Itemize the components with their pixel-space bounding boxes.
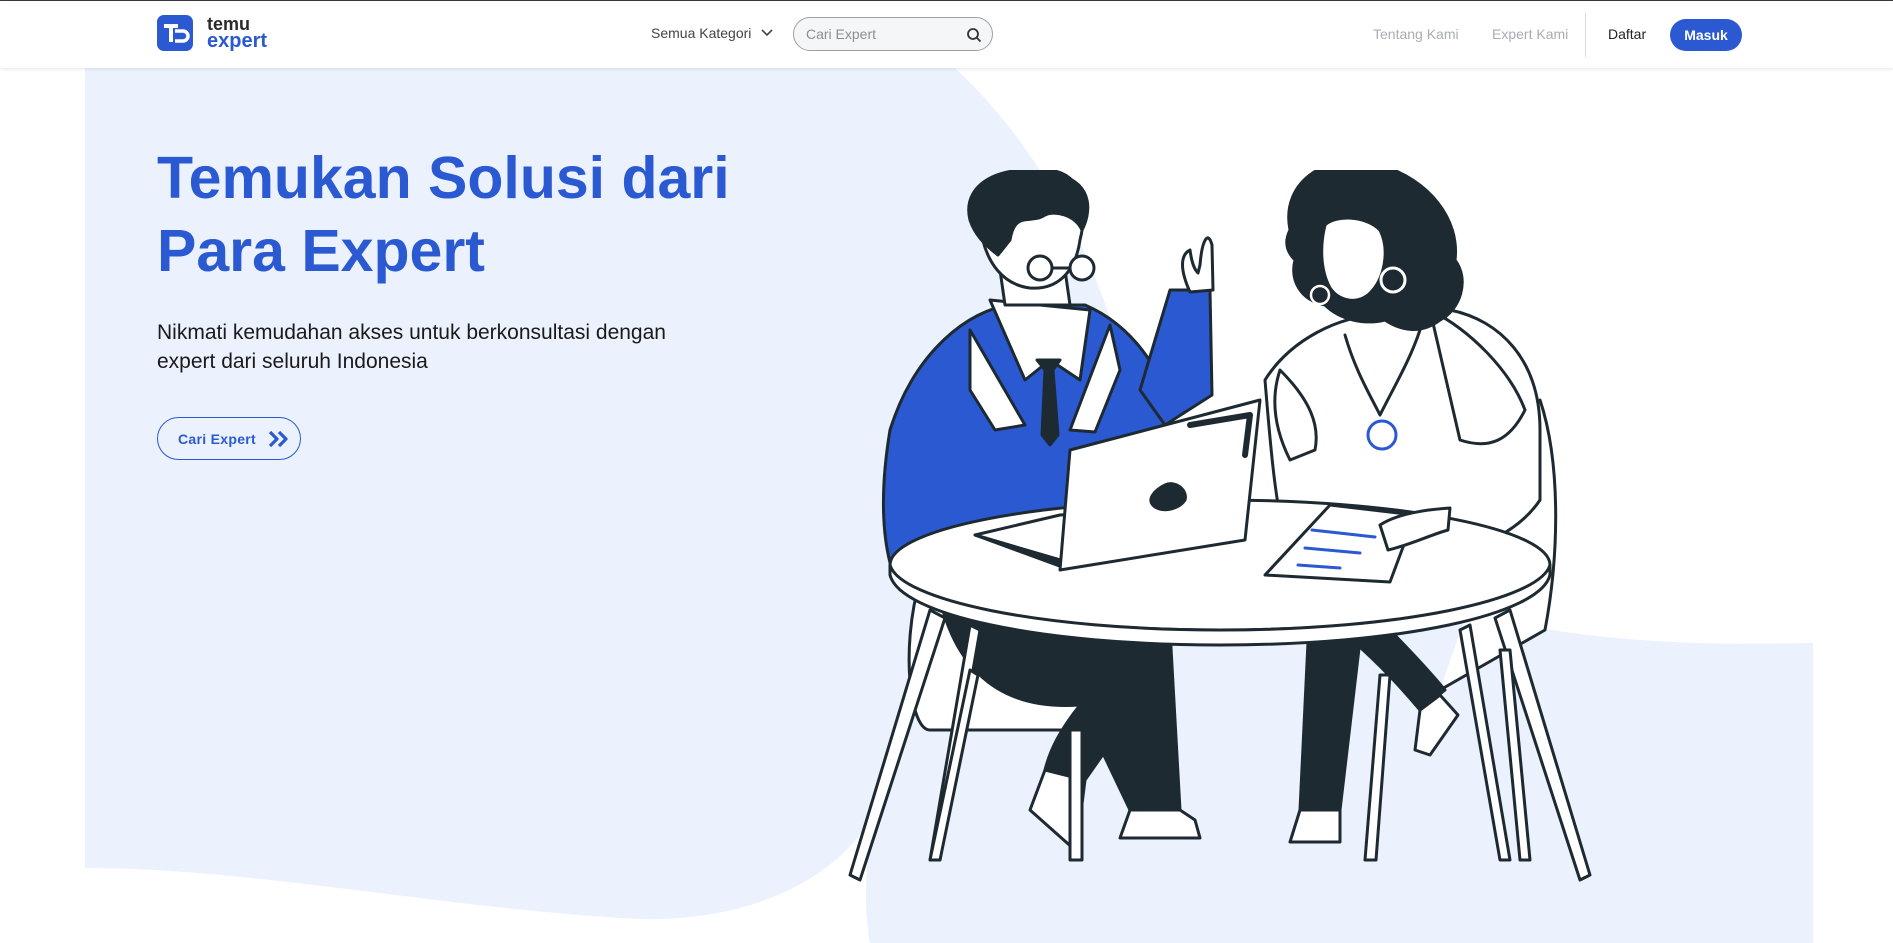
nav-link-tentang-kami[interactable]: Tentang Kami (1373, 26, 1459, 42)
cari-expert-button[interactable]: Cari Expert (157, 417, 301, 460)
hero-title: Temukan Solusi dari Para Expert (157, 142, 777, 288)
double-chevron-right-icon (268, 430, 288, 447)
search-icon[interactable] (966, 27, 982, 43)
nav-divider (1585, 13, 1586, 57)
chevron-down-icon (761, 29, 773, 37)
hero-subtitle-line1: Nikmati kemudahan akses untuk berkonsult… (157, 321, 666, 344)
hero-illustration-consultation (848, 170, 1592, 882)
navbar: temu expert Semua Kategori Tentang Kami … (0, 1, 1893, 68)
category-dropdown[interactable]: Semua Kategori (651, 25, 773, 41)
hero-title-line1: Temukan Solusi dari (157, 145, 730, 211)
search-box (793, 17, 993, 51)
hero-title-line2: Para Expert (157, 218, 485, 284)
category-dropdown-label: Semua Kategori (651, 25, 752, 41)
hero-subtitle: Nikmati kemudahan akses untuk berkonsult… (157, 318, 717, 376)
temu-expert-logo[interactable]: temu expert (157, 15, 267, 51)
login-button[interactable]: Masuk (1670, 19, 1742, 51)
register-link[interactable]: Daftar (1608, 26, 1646, 42)
hero-subtitle-line2: expert dari seluruh Indonesia (157, 350, 428, 373)
nav-link-expert-kami[interactable]: Expert Kami (1492, 26, 1568, 42)
cari-expert-button-label: Cari Expert (178, 430, 256, 447)
search-input[interactable] (804, 25, 968, 43)
logo-text-expert: expert (207, 30, 268, 52)
logo-mark-icon (157, 15, 193, 51)
